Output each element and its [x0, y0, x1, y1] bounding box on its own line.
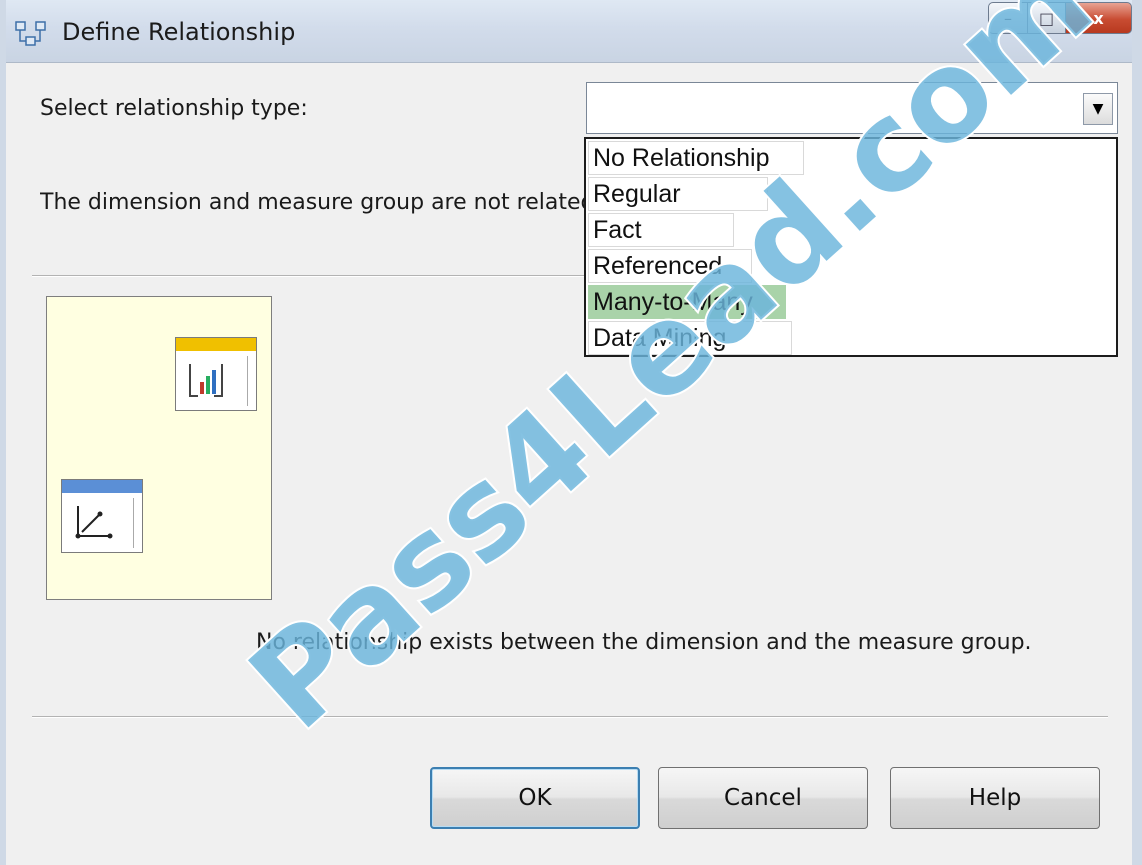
relationship-status-text: The dimension and measure group are not …	[40, 190, 600, 215]
dimension-scrollbar	[133, 498, 140, 548]
dropdown-toggle-button[interactable]: ▼	[1083, 93, 1113, 125]
help-button[interactable]: Help	[890, 767, 1100, 829]
measure-group-header	[176, 338, 256, 351]
measure-group-scrollbar	[247, 356, 254, 406]
option-no-relationship[interactable]: No Relationship	[588, 141, 804, 175]
option-data-mining[interactable]: Data Mining	[588, 321, 792, 355]
bar-chart-icon	[189, 364, 223, 397]
option-fact[interactable]: Fact	[588, 213, 734, 247]
close-button[interactable]: x	[1066, 2, 1132, 34]
axis-icon	[75, 506, 113, 539]
define-relationship-dialog: Define Relationship – □ x Select relatio…	[0, 0, 1142, 865]
window-title: Define Relationship	[62, 18, 296, 46]
relationship-type-combobox[interactable]: ▼	[586, 82, 1118, 134]
window-controls: – □ x	[988, 2, 1132, 36]
maximize-button[interactable]: □	[1028, 2, 1066, 34]
relationship-type-label: Select relationship type:	[40, 96, 308, 121]
lower-divider	[32, 716, 1108, 718]
ok-button[interactable]: OK	[430, 767, 640, 829]
relationship-diagram	[46, 296, 272, 600]
dimension-table	[61, 479, 143, 553]
relationship-type-dropdown-list: No Relationship Regular Fact Referenced …	[584, 137, 1118, 357]
minimize-button[interactable]: –	[988, 2, 1028, 34]
option-regular[interactable]: Regular	[588, 177, 768, 211]
measure-group-table	[175, 337, 257, 411]
relationship-description: No relationship exists between the dimen…	[256, 630, 1032, 655]
title-bar[interactable]: Define Relationship – □ x	[6, 0, 1132, 63]
option-many-to-many[interactable]: Many-to-Many	[588, 285, 786, 319]
relationship-app-icon	[15, 21, 46, 46]
chevron-down-icon: ▼	[1092, 101, 1104, 117]
option-referenced[interactable]: Referenced	[588, 249, 752, 283]
cancel-button[interactable]: Cancel	[658, 767, 868, 829]
dimension-header	[62, 480, 142, 493]
